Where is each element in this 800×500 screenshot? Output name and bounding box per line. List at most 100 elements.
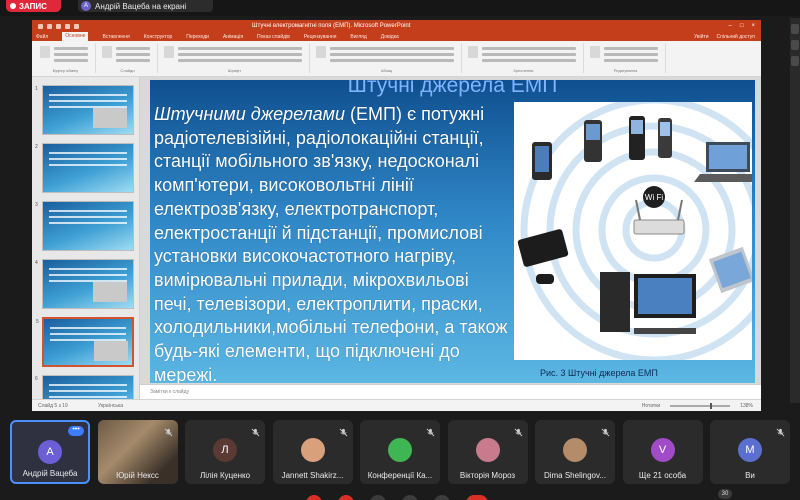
participant-tile[interactable]: Jannett Shakirz... (272, 420, 353, 484)
ribbon-tab[interactable]: Показ слайдів (257, 34, 290, 40)
ribbon-command[interactable] (178, 53, 302, 56)
participant-tile[interactable]: Конференції Ка... (360, 420, 440, 484)
ribbon-tab[interactable]: Анімація (223, 34, 243, 40)
ribbon-command-icon[interactable] (40, 46, 50, 58)
ribbon-tab[interactable]: Основне (62, 32, 89, 41)
ribbon-command[interactable] (54, 59, 88, 62)
ribbon-command[interactable] (482, 47, 576, 50)
window-controls[interactable]: – □ × (729, 23, 755, 29)
slide-body-text: Штучними джерелами (ЕМП) є потужні радіо… (154, 103, 511, 383)
ribbon-group: Абзац (312, 43, 462, 73)
quick-access-toolbar[interactable] (38, 23, 158, 29)
ribbon-command[interactable] (604, 47, 658, 50)
ribbon-command[interactable] (482, 59, 576, 62)
ribbon-command[interactable] (604, 59, 658, 62)
participant-tile[interactable]: Вікторія Мороз (447, 420, 528, 484)
ribbon-tab[interactable]: Переходи (186, 34, 209, 40)
slide-thumbnail[interactable]: 6 (35, 375, 134, 399)
ribbon-command-icon[interactable] (590, 46, 600, 58)
reactions-button[interactable] (402, 495, 418, 500)
mic-muted-icon (164, 424, 173, 437)
more-options-button[interactable] (434, 495, 450, 500)
slide-thumbnail[interactable]: 5 (36, 317, 134, 367)
mic-button[interactable] (306, 495, 322, 500)
slide-thumbnail-number: 3 (35, 202, 38, 208)
ribbon-command-icon[interactable] (102, 46, 112, 58)
participant-tile[interactable]: Dima Shelingov... (535, 420, 615, 484)
ribbon-command[interactable] (178, 47, 302, 50)
participant-name: Ви (745, 471, 755, 480)
ribbon-command[interactable] (54, 53, 88, 56)
participant-count-badge[interactable]: 30 (718, 489, 732, 499)
ribbon-command[interactable] (330, 47, 454, 50)
shared-screen-powerpoint: Штучні електромагнітні поля (ЕМП). Micro… (32, 20, 761, 411)
ribbon-command[interactable] (604, 53, 658, 56)
ribbon-tab[interactable]: Вставлення (102, 34, 129, 40)
participant-tile[interactable]: А ••• Андрій Вацеба (10, 420, 90, 484)
share-button[interactable]: Спільний доступ (717, 34, 755, 40)
slide-lead-italic: Штучними джерелами (154, 104, 346, 124)
mic-muted-icon (514, 424, 523, 437)
side-panel-handle[interactable] (790, 18, 800, 403)
devices-illustration: Wi Fi (517, 96, 755, 364)
recording-indicator[interactable]: ЗАПИС (6, 0, 61, 12)
leave-call-button[interactable] (466, 495, 488, 500)
ribbon-tab[interactable]: Рецензування (304, 34, 337, 40)
participant-avatar: V (650, 438, 675, 462)
slide-thumbnail[interactable]: 2 (35, 143, 134, 193)
ribbon-command[interactable] (54, 47, 88, 50)
participant-tile[interactable]: M Ви (710, 420, 790, 484)
slide-thumbnail[interactable]: 4 (35, 259, 134, 309)
ribbon-command[interactable] (116, 59, 150, 62)
slide-counter: Слайд 5 з 19 (38, 402, 68, 409)
notes-pane[interactable]: Замітки к слайду (140, 384, 761, 399)
notes-toggle-button[interactable]: Нотатки (642, 403, 660, 409)
slide-thumbnail-number: 6 (35, 376, 38, 382)
meeting-window: ЗАПИС А Андрій Вацеба на екрані Штучні е… (0, 0, 800, 500)
participant-name: Андрій Вацеба (22, 469, 78, 478)
ribbon-tab[interactable]: Вигляд (350, 34, 366, 40)
participant-tile[interactable]: Л Лілія Куценко (185, 420, 265, 484)
ribbon-command[interactable] (330, 59, 454, 62)
current-slide[interactable]: Штучні джерела ЕМП Штучними джерелами (Е… (150, 80, 755, 383)
minimize-icon[interactable]: – (729, 23, 732, 29)
share-screen-button[interactable] (370, 495, 386, 500)
ribbon-command[interactable] (330, 53, 454, 56)
participant-avatar (563, 438, 587, 462)
ribbon-command[interactable] (116, 53, 150, 56)
camera-button[interactable] (338, 495, 354, 500)
mic-muted-icon (776, 424, 785, 437)
participant-tile[interactable]: Юрій Нексс (97, 420, 178, 484)
account-link[interactable]: Увійти (694, 34, 709, 40)
pc-tower-icon (600, 272, 630, 332)
ribbon-tab[interactable]: Довідка (381, 34, 399, 40)
ribbon-tab[interactable]: Конструктор (144, 34, 173, 40)
presenter-banner[interactable]: А Андрій Вацеба на екрані (78, 0, 213, 12)
participant-tile[interactable]: V Ще 21 особа (622, 420, 703, 484)
ribbon-command[interactable] (482, 53, 576, 56)
close-icon[interactable]: × (751, 23, 755, 29)
maximize-icon[interactable]: □ (740, 23, 744, 29)
slide-thumbnail[interactable]: 3 (35, 201, 134, 251)
ribbon-command-icon[interactable] (316, 46, 326, 58)
ribbon-group-label: Буфер обміну (52, 68, 79, 73)
participant-avatar: Л (213, 438, 237, 462)
keyboard-icon (634, 328, 696, 334)
ribbon-command[interactable] (178, 59, 302, 62)
ribbon-group-label: Шрифт (227, 68, 242, 73)
record-dot-icon (10, 3, 16, 9)
presenter-avatar: А (81, 1, 91, 11)
ribbon-group-label: Редагування (613, 68, 638, 73)
zoom-level[interactable]: 138% (740, 403, 753, 409)
ribbon-command[interactable] (116, 47, 150, 50)
zoom-slider[interactable] (670, 402, 731, 409)
slide-thumbnail[interactable]: 1 (35, 85, 134, 135)
meeting-controls (0, 490, 800, 500)
ribbon-tab[interactable]: Файл (36, 34, 48, 40)
ribbon-command-icon[interactable] (164, 46, 174, 58)
more-options-icon[interactable]: ••• (68, 426, 84, 436)
ribbon-command-icon[interactable] (468, 46, 478, 58)
ribbon-group: Редагування (586, 43, 666, 73)
language-indicator[interactable]: Українська (98, 403, 123, 409)
participant-name: Вікторія Мороз (459, 471, 516, 480)
